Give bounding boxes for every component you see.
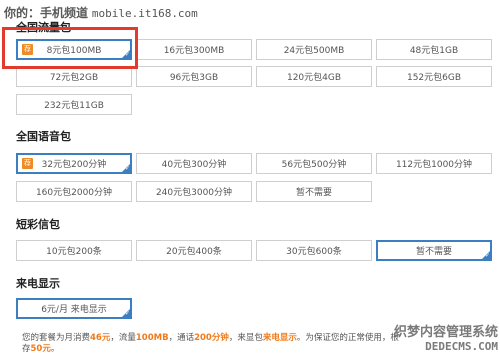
option-sms-0[interactable]: 10元包200条 [16, 240, 132, 261]
summary-voice: 200分钟 [194, 333, 229, 343]
bottom-watermark: 织梦内容管理系统 DEDECMS.COM [394, 321, 498, 353]
option-voice-4[interactable]: 160元包2000分钟 [16, 181, 132, 202]
summary-total: 46元 [90, 333, 111, 343]
option-data-0[interactable]: 荐 8元包100MB ✓ [16, 39, 132, 60]
option-label: 48元包1GB [409, 46, 459, 56]
option-sms-1[interactable]: 20元包400条 [136, 240, 252, 261]
option-label: 152元包6GB [406, 73, 462, 83]
summary-text: 。 [50, 344, 60, 354]
section-title-data: 全国流量包 [16, 21, 71, 34]
watermark-cn: 你的：手机频道 [4, 6, 89, 20]
option-label: 30元包600条 [286, 247, 342, 257]
watermark-bottom-en: DEDECMS.COM [425, 340, 498, 353]
summary-caller: 来电显示 [262, 333, 297, 343]
option-label: 20元包400条 [166, 247, 222, 257]
option-label: 32元包200分钟 [41, 160, 107, 170]
option-label: 暂不需要 [415, 247, 452, 257]
option-voice-5[interactable]: 240元包3000分钟 [136, 181, 252, 202]
option-voice-0[interactable]: 荐 32元包200分钟 ✓ [16, 153, 132, 174]
summary-text: ，来显包 [228, 333, 263, 343]
option-data-8[interactable]: 232元包11GB [16, 94, 132, 115]
option-data-2[interactable]: 24元包500MB [256, 39, 372, 60]
check-icon: ✓ [124, 51, 130, 58]
option-data-5[interactable]: 96元包3GB [136, 66, 252, 87]
option-data-1[interactable]: 16元包300MB [136, 39, 252, 60]
summary-text: ，通话 [168, 333, 195, 343]
summary-text: 。为保证您的正常使用，根 [296, 333, 399, 343]
section-title-voice: 全国语音包 [16, 130, 71, 143]
recommend-tag: 荐 [22, 44, 33, 55]
option-label: 8元包100MB [46, 46, 102, 56]
option-voice-2[interactable]: 56元包500分钟 [256, 153, 372, 174]
check-icon: ✓ [124, 165, 130, 172]
option-label: 160元包2000分钟 [35, 188, 113, 198]
option-label: 40元包300分钟 [161, 160, 227, 170]
option-data-3[interactable]: 48元包1GB [376, 39, 492, 60]
option-label: 240元包3000分钟 [155, 188, 233, 198]
option-sms-2[interactable]: 30元包600条 [256, 240, 372, 261]
watermark-bottom-cn: 织梦内容管理系统 [393, 325, 498, 340]
option-voice-3[interactable]: 112元包1000分钟 [376, 153, 492, 174]
option-label: 10元包200条 [46, 247, 102, 257]
option-label: 24元包500MB [283, 46, 345, 56]
summary-text: ，流量 [110, 333, 136, 343]
option-label: 96元包3GB [169, 73, 219, 83]
option-label: 72元包2GB [49, 73, 99, 83]
option-label: 232元包11GB [44, 101, 104, 111]
section-title-caller: 来电显示 [16, 277, 60, 290]
summary-text: 存 [22, 344, 31, 354]
check-icon: ✓ [484, 252, 490, 259]
option-caller-0[interactable]: 6元/月 来电显示 ✓ [16, 298, 132, 319]
option-label: 暂不需要 [295, 188, 332, 198]
recommend-tag: 荐 [22, 158, 33, 169]
option-voice-1[interactable]: 40元包300分钟 [136, 153, 252, 174]
option-voice-6[interactable]: 暂不需要 [256, 181, 372, 202]
option-data-6[interactable]: 120元包4GB [256, 66, 372, 87]
check-icon: ✓ [124, 310, 130, 317]
option-label: 16元包300MB [163, 46, 225, 56]
watermark-url: mobile.it168.com [91, 7, 198, 20]
section-title-sms: 短彩信包 [16, 218, 60, 231]
summary-text: 您的套餐为月消费 [22, 333, 91, 343]
option-data-4[interactable]: 72元包2GB [16, 66, 132, 87]
summary-deposit: 50元 [30, 344, 51, 354]
summary-data: 100MB [135, 333, 169, 343]
option-label: 6元/月 来电显示 [41, 305, 107, 315]
option-label: 120元包4GB [286, 73, 342, 83]
option-label: 112元包1000分钟 [395, 160, 473, 170]
option-label: 56元包500分钟 [281, 160, 347, 170]
option-data-7[interactable]: 152元包6GB [376, 66, 492, 87]
option-sms-3[interactable]: 暂不需要 ✓ [376, 240, 492, 261]
